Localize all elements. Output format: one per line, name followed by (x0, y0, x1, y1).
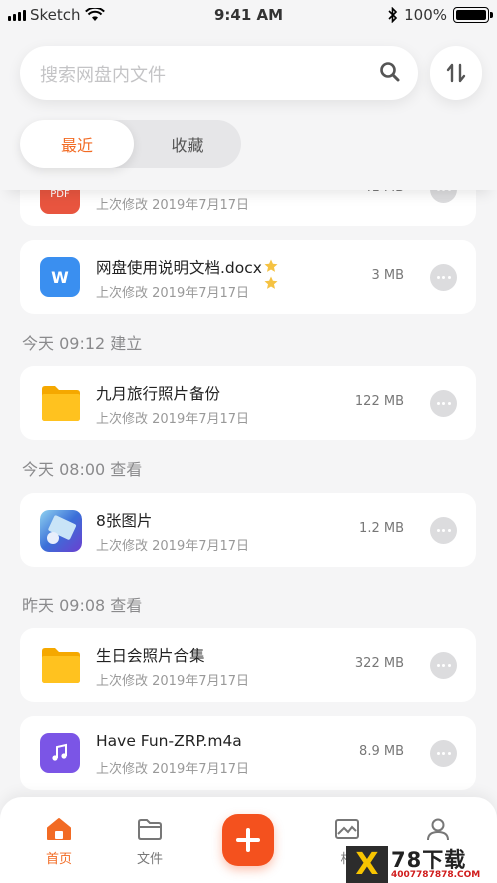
image-icon (335, 819, 359, 839)
file-card[interactable]: 8张图片 上次修改 2019年7月17日 1.2 MB (20, 493, 476, 567)
tab-favorites[interactable]: 收藏 (134, 120, 241, 168)
watermark-logo: X (346, 846, 388, 883)
file-modified: 上次修改 2019年7月17日 (96, 198, 250, 213)
photo-thumbnail-icon (40, 510, 82, 552)
status-bar: Sketch 9:41 AM 100% (0, 0, 497, 30)
tab-home-label: 首页 (45, 852, 72, 867)
section-header: 今天 08:00 查看 (22, 460, 143, 479)
more-icon[interactable] (430, 517, 457, 544)
tab-profile[interactable] (408, 817, 468, 848)
file-modified: 上次修改 2019年7月17日 (96, 762, 250, 777)
section-header: 今天 09:12 建立 (22, 334, 143, 353)
file-modified: 上次修改 2019年7月17日 (96, 674, 250, 689)
file-name: 生日会照片合集 (96, 647, 205, 665)
file-name: 8张图片 (96, 512, 153, 530)
watermark-text: 78下载 4007787878.COM (388, 847, 481, 880)
more-icon[interactable] (430, 740, 457, 767)
section-header: 昨天 09:08 查看 (22, 596, 143, 615)
more-icon[interactable] (430, 390, 457, 417)
battery-icon (453, 7, 493, 23)
file-modified: 上次修改 2019年7月17日 (96, 286, 250, 301)
file-modified: 上次修改 2019年7月17日 (96, 412, 250, 427)
file-modified: 上次修改 2019年7月17日 (96, 539, 250, 554)
file-card[interactable]: W 网盘使用说明文档.docx 上次修改 2019年7月17日 3 MB (20, 240, 476, 314)
user-icon (427, 818, 449, 841)
folder-icon (42, 648, 80, 683)
more-icon[interactable] (430, 652, 457, 679)
file-size: 8.9 MB (359, 744, 404, 759)
tab-home[interactable]: 首页 (29, 817, 89, 867)
sort-icon (446, 63, 466, 83)
file-card[interactable]: 九月旅行照片备份 上次修改 2019年7月17日 122 MB (20, 366, 476, 440)
watermark-title: 78下载 (391, 847, 467, 872)
tab-recent[interactable]: 最近 (20, 120, 134, 168)
header: 搜索网盘内文件 最近 收藏 (0, 30, 497, 190)
add-button[interactable] (222, 814, 274, 866)
search-icon[interactable] (378, 60, 402, 84)
status-right: 100% (388, 6, 493, 24)
file-card[interactable]: 生日会照片合集 上次修改 2019年7月17日 322 MB (20, 628, 476, 702)
file-size: 3 MB (371, 268, 404, 283)
file-name: 网盘使用说明文档.docx (96, 259, 262, 277)
file-name: 九月旅行照片备份 (96, 385, 221, 403)
file-size: 322 MB (354, 656, 404, 671)
tab-files-label: 文件 (136, 852, 163, 867)
file-name: Have Fun-ZRP.m4a (96, 732, 242, 750)
folder-outline-icon (138, 819, 162, 840)
folder-icon (42, 386, 80, 421)
home-icon (47, 818, 71, 840)
watermark: X 78下载 4007787878.COM (346, 846, 496, 883)
tab-files[interactable]: 文件 (120, 817, 180, 867)
segmented-control: 最近 收藏 (20, 120, 241, 168)
watermark-url: 4007787878.COM (391, 869, 481, 880)
music-icon (40, 733, 80, 773)
bluetooth-icon (388, 7, 398, 23)
search-input[interactable]: 搜索网盘内文件 (20, 46, 418, 100)
file-size: 122 MB (354, 394, 404, 409)
file-size: 1.2 MB (359, 521, 404, 536)
more-icon[interactable] (430, 264, 457, 291)
star-icon (264, 259, 278, 272)
sort-button[interactable] (430, 46, 482, 100)
search-placeholder: 搜索网盘内文件 (40, 65, 166, 86)
file-card[interactable]: Have Fun-ZRP.m4a 上次修改 2019年7月17日 8.9 MB (20, 716, 476, 790)
word-icon: W (40, 257, 80, 297)
star-icon (264, 276, 278, 289)
battery-label: 100% (404, 6, 447, 24)
